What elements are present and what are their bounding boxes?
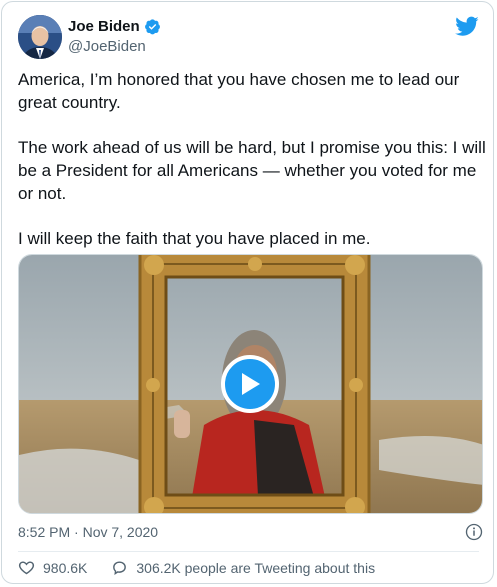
twitter-bird-icon[interactable] (455, 14, 479, 38)
tweet-paragraph: I will keep the faith that you have plac… (18, 229, 371, 248)
heart-icon (18, 561, 35, 575)
tweet-video[interactable] (18, 254, 483, 514)
speech-bubble-icon (113, 561, 127, 575)
tweet-text: America, I’m honored that you have chose… (18, 68, 488, 272)
tweet-timestamp[interactable]: 8:52 PM · Nov 7, 2020 (18, 524, 158, 540)
info-icon[interactable] (465, 523, 483, 541)
conversation-text: 306.2K people are Tweeting about this (136, 559, 376, 576)
author-name[interactable]: Joe Biden (68, 17, 140, 36)
author-avatar[interactable] (18, 15, 62, 59)
like-count: 980.6K (43, 559, 88, 576)
divider (18, 551, 479, 552)
verified-badge-icon (144, 18, 161, 35)
tweet-actions: 980.6K 306.2K people are Tweeting about … (18, 559, 375, 576)
author-info: Joe Biden @JoeBiden (68, 17, 161, 56)
play-button[interactable] (221, 355, 279, 413)
like-button[interactable]: 980.6K (18, 559, 87, 576)
tweet-card: Joe Biden @JoeBiden America, I’m honored… (1, 1, 494, 584)
author-handle[interactable]: @JoeBiden (68, 37, 161, 56)
timestamp-row: 8:52 PM · Nov 7, 2020 (18, 523, 483, 541)
conversation-link[interactable]: 306.2K people are Tweeting about this (111, 559, 375, 576)
play-icon (242, 373, 260, 395)
tweet-paragraph: The work ahead of us will be hard, but I… (18, 138, 486, 203)
tweet-paragraph: America, I’m honored that you have chose… (18, 70, 460, 112)
